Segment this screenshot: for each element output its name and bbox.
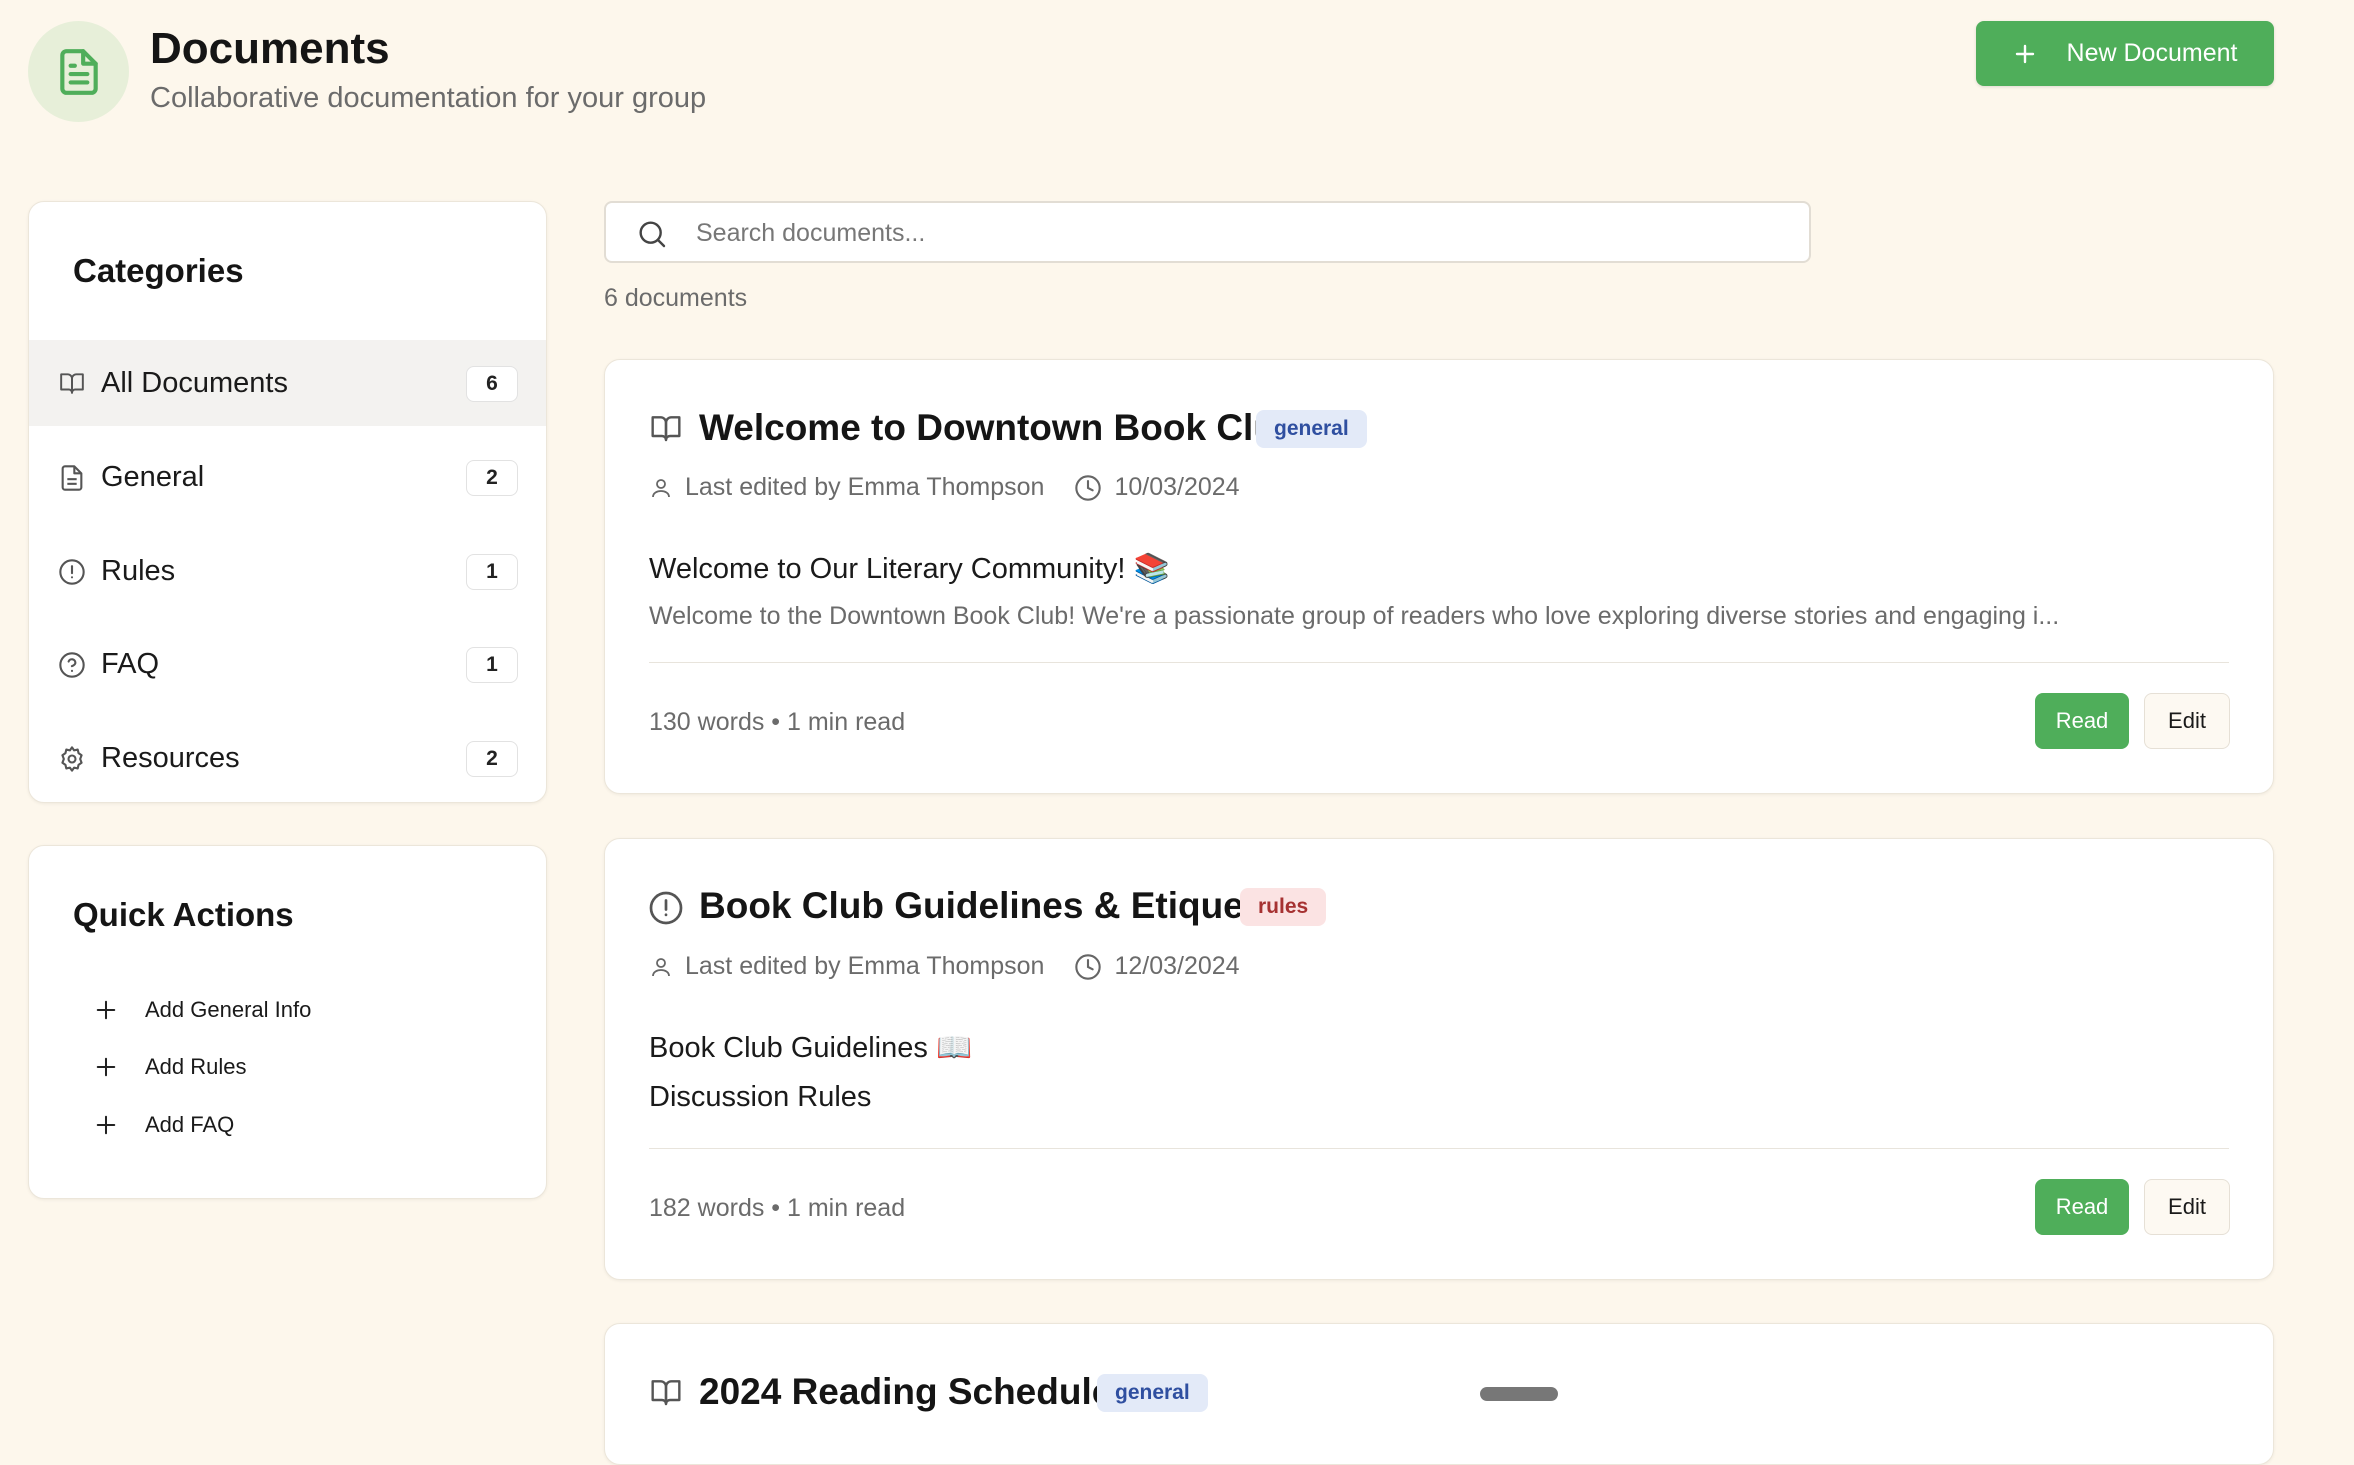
scrollbar-thumb[interactable]: [1480, 1387, 1558, 1401]
read-button[interactable]: Read: [2035, 1179, 2129, 1235]
document-card: Book Club Guidelines & Etiquette rules L…: [604, 838, 2274, 1280]
document-stats: 130 words • 1 min read: [649, 708, 906, 736]
search-icon: [636, 218, 668, 250]
category-label: Resources: [101, 741, 240, 774]
new-document-button[interactable]: New Document: [1976, 21, 2274, 86]
category-label: Rules: [101, 554, 176, 587]
header-document-icon: [28, 21, 129, 122]
read-button[interactable]: Read: [2035, 693, 2129, 749]
document-card: Welcome to Downtown Book Club general La…: [604, 359, 2274, 794]
help-circle-icon: [58, 651, 86, 679]
clock-icon: [1074, 953, 1102, 981]
quick-actions-title: Quick Actions: [73, 896, 294, 933]
document-card: 2024 Reading Schedule general: [604, 1323, 2274, 1465]
search-box: [604, 201, 1811, 263]
document-heading: Book Club Guidelines 📖: [649, 1032, 973, 1064]
book-open-icon: [58, 370, 86, 396]
category-badge: general: [1097, 1374, 1208, 1412]
plus-icon: [95, 999, 117, 1021]
category-general[interactable]: General 2: [29, 434, 546, 520]
document-title[interactable]: Welcome to Downtown Book Club: [699, 407, 1299, 449]
card-divider: [649, 1148, 2229, 1149]
add-rules-button[interactable]: Add Rules: [95, 1047, 247, 1087]
file-text-icon: [58, 464, 86, 492]
plus-icon: [95, 1056, 117, 1078]
alert-circle-icon: [58, 558, 86, 586]
category-label: FAQ: [101, 647, 160, 680]
gear-icon: [58, 745, 86, 773]
plus-icon: [2013, 42, 2037, 66]
edited-date: 12/03/2024: [1114, 952, 1240, 980]
categories-panel: Categories All Documents 6 General 2 Rul…: [28, 201, 547, 803]
category-count: 2: [466, 741, 518, 777]
category-label: All Documents: [101, 366, 288, 399]
quick-action-label: Add FAQ: [145, 1112, 235, 1137]
category-count: 1: [466, 554, 518, 590]
category-count: 6: [466, 366, 518, 402]
quick-action-label: Add General Info: [145, 997, 312, 1022]
user-icon: [649, 475, 673, 501]
category-rules[interactable]: Rules 1: [29, 528, 546, 614]
category-count: 1: [466, 647, 518, 683]
page-title: Documents: [150, 24, 390, 73]
add-general-info-button[interactable]: Add General Info: [95, 990, 311, 1030]
category-badge: general: [1256, 410, 1367, 448]
quick-action-label: Add Rules: [145, 1054, 247, 1079]
plus-icon: [95, 1114, 117, 1136]
user-icon: [649, 954, 673, 980]
document-title[interactable]: 2024 Reading Schedule: [699, 1371, 1112, 1413]
new-document-label: New Document: [2066, 39, 2238, 67]
category-all-documents[interactable]: All Documents 6: [29, 340, 546, 426]
card-divider: [649, 662, 2229, 663]
document-stats: 182 words • 1 min read: [649, 1194, 906, 1222]
book-open-icon: [648, 412, 684, 444]
quick-actions-panel: Quick Actions Add General Info Add Rules…: [28, 845, 547, 1199]
document-meta: Last edited by Emma Thompson 12/03/2024: [649, 952, 1240, 981]
document-meta: Last edited by Emma Thompson 10/03/2024: [649, 473, 1240, 502]
alert-circle-icon: [648, 890, 684, 926]
last-edited-by: Last edited by Emma Thompson: [685, 473, 1045, 501]
add-faq-button[interactable]: Add FAQ: [95, 1105, 234, 1145]
search-input[interactable]: [694, 211, 1788, 255]
edited-date: 10/03/2024: [1114, 473, 1240, 501]
document-count: 6 documents: [604, 284, 748, 312]
category-resources[interactable]: Resources 2: [29, 715, 546, 801]
document-heading: Welcome to Our Literary Community! 📚: [649, 553, 1170, 585]
category-count: 2: [466, 460, 518, 496]
category-label: General: [101, 460, 205, 493]
document-title[interactable]: Book Club Guidelines & Etiquette: [699, 885, 1289, 927]
page-subtitle: Collaborative documentation for your gro…: [150, 82, 707, 114]
clock-icon: [1074, 474, 1102, 502]
document-subheading: Discussion Rules: [649, 1081, 872, 1113]
edit-button[interactable]: Edit: [2144, 693, 2230, 749]
document-excerpt: Welcome to the Downtown Book Club! We're…: [649, 602, 2060, 630]
category-faq[interactable]: FAQ 1: [29, 621, 546, 707]
category-badge: rules: [1240, 888, 1327, 926]
last-edited-by: Last edited by Emma Thompson: [685, 952, 1045, 980]
categories-title: Categories: [73, 252, 244, 289]
book-open-icon: [648, 1376, 684, 1408]
edit-button[interactable]: Edit: [2144, 1179, 2230, 1235]
